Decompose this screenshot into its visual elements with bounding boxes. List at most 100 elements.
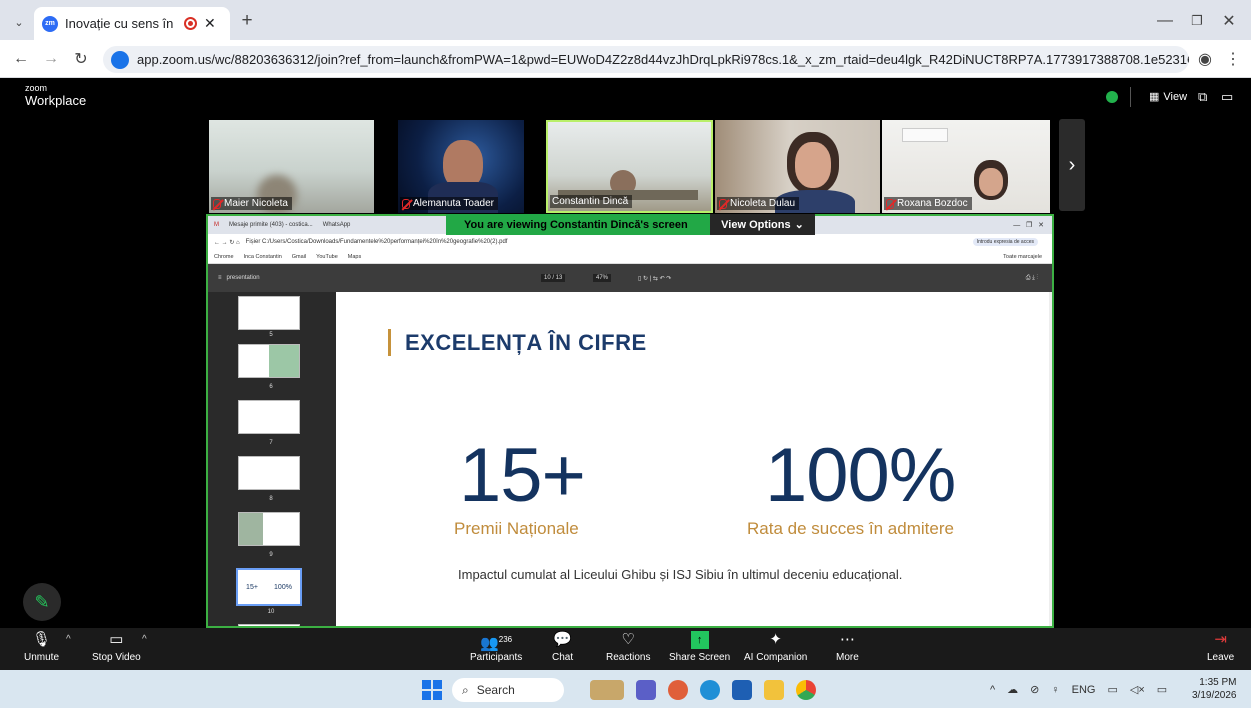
cloud-icon: ☁: [1007, 684, 1019, 696]
thumb-stat-1: 15+: [246, 583, 258, 591]
stat-label: Premii Naționale: [454, 519, 579, 538]
view-options-label: View Options: [721, 218, 791, 231]
fullscreen-icon[interactable]: ▭: [1221, 89, 1233, 105]
unmute-button[interactable]: 🎙 Unmute: [24, 631, 59, 663]
reload-icon[interactable]: ↻: [68, 46, 94, 72]
chrome-menu-icon[interactable]: ⋮: [1220, 46, 1246, 72]
pip-icon[interactable]: ⧉: [1198, 89, 1207, 105]
video-options-chevron-icon[interactable]: ^: [142, 634, 147, 645]
next-page-chevron-icon[interactable]: ›: [1059, 119, 1085, 211]
more-label: More: [836, 652, 859, 663]
bookmark: Gmail: [291, 253, 307, 260]
view-label: View: [1163, 90, 1188, 103]
shared-tab-gmail: M: [214, 222, 219, 228]
clock[interactable]: 1:35 PM 3/19/2026: [1192, 676, 1237, 702]
pdf-thumb-number: 10: [267, 609, 275, 615]
tile-name-label: Alemanuta Toader: [400, 197, 498, 210]
stat-value: 15+: [459, 433, 586, 518]
participants-label: Participants: [470, 652, 523, 663]
shared-ext-label: Introdu expresia de acces: [972, 238, 1038, 246]
chrome-icon[interactable]: [796, 680, 816, 700]
camera-icon: ▭: [109, 631, 124, 648]
shared-bookmarks: Chrome Inca Constantin Gmail YouTube Map…: [208, 250, 1052, 264]
copilot-icon[interactable]: [668, 680, 688, 700]
file-explorer-icon[interactable]: [764, 680, 784, 700]
pdf-page-counter: 10 / 13: [541, 274, 566, 282]
participant-video: [795, 142, 831, 188]
video-tile[interactable]: Alemanuta Toader: [398, 120, 524, 213]
restore-icon[interactable]: ❐: [1184, 8, 1210, 34]
browser-tab[interactable]: zm Inovație cu sens în procesul ✕: [34, 7, 230, 40]
share-screen-label: Share Screen: [669, 652, 731, 663]
muted-mic-icon: [402, 198, 410, 209]
minimize-icon[interactable]: —: [1152, 8, 1178, 34]
tab-title: Inovație cu sens în procesul: [65, 16, 177, 31]
shield-check-icon[interactable]: [1106, 91, 1118, 103]
participants-button[interactable]: 👥236 Participants: [470, 631, 522, 663]
video-tile-active-speaker[interactable]: Constantin Dincă: [546, 120, 713, 213]
more-button[interactable]: ⋯ More: [836, 631, 859, 663]
close-window-icon[interactable]: ✕: [1216, 8, 1242, 34]
heart-icon: ♡: [621, 631, 635, 648]
mic-icon: ♀: [1051, 683, 1060, 696]
annotate-pencil-icon[interactable]: ✎: [23, 583, 61, 621]
tile-name-label: Constantin Dincă: [550, 195, 633, 208]
pdf-thumb-number: 9: [269, 552, 273, 558]
viewing-text: You are viewing Constantin Dincă's scree…: [446, 214, 710, 235]
network-icon: ▭: [1107, 684, 1118, 696]
shared-screen[interactable]: M Mesaje primite (403) - costica... What…: [206, 214, 1054, 628]
pdf-thumb: [238, 400, 300, 434]
system-tray[interactable]: ^ ☁ ⊘ ♀ ENG ▭ ◁× ▭: [990, 683, 1168, 697]
battery-icon: ▭: [1156, 684, 1168, 696]
ai-companion-button[interactable]: ✦ AI Companion: [744, 631, 807, 663]
windows-start-icon[interactable]: [422, 680, 442, 700]
reactions-button[interactable]: ♡ Reactions: [606, 631, 650, 663]
leave-label: Leave: [1207, 652, 1235, 663]
new-tab-plus-icon[interactable]: +: [234, 8, 260, 34]
share-screen-button[interactable]: ↑ Share Screen: [669, 631, 730, 663]
forward-arrow-icon[interactable]: →: [38, 46, 64, 72]
address-bar[interactable]: app.zoom.us/wc/88203636312/join?ref_from…: [103, 46, 1189, 73]
leave-icon: ⇥: [1214, 631, 1227, 648]
audio-options-chevron-icon[interactable]: ^: [66, 634, 71, 645]
participant-name: Maier Nicoleta: [224, 198, 288, 209]
site-info-icon[interactable]: [111, 50, 129, 69]
reactions-label: Reactions: [606, 652, 651, 663]
video-tile[interactable]: Maier Nicoleta: [209, 120, 374, 213]
tile-name-label: Roxana Bozdoc: [884, 197, 972, 210]
pdf-thumb-number: 7: [269, 440, 273, 446]
pdf-thumb: [238, 456, 300, 490]
stop-video-button[interactable]: ▭ Stop Video: [92, 631, 141, 663]
clock-time: 1:35 PM: [1199, 677, 1237, 688]
pdf-scrollbar[interactable]: [1049, 292, 1052, 626]
slide: EXCELENȚA ÎN CIFRE 15+ Premii Naționale …: [341, 292, 1049, 626]
participant-name: Roxana Bozdoc: [897, 198, 968, 209]
view-button[interactable]: ▦ View: [1149, 90, 1188, 104]
tab-search-chevron-icon[interactable]: ⌄: [6, 9, 32, 35]
pdf-thumb: [238, 344, 300, 378]
profile-icon[interactable]: ◉: [1192, 46, 1218, 72]
participant-video: [902, 128, 948, 142]
widgets-icon[interactable]: [590, 680, 624, 700]
video-tile[interactable]: Nicoleta Dulau: [715, 120, 880, 213]
chat-button[interactable]: 💬 Chat: [552, 631, 573, 663]
teams-icon[interactable]: [636, 680, 656, 700]
tile-name-label: Nicoleta Dulau: [717, 197, 800, 210]
share-arrow-icon: ↑: [690, 631, 709, 649]
store-icon[interactable]: [732, 680, 752, 700]
view-options-button[interactable]: View Options ⌄: [710, 214, 815, 235]
chat-label: Chat: [552, 652, 574, 663]
shared-address-bar: ← → ↻ ⌂ Fișier C:/Users/Costica/Download…: [208, 234, 1052, 250]
leave-button[interactable]: ⇥ Leave: [1207, 631, 1234, 663]
taskbar-search[interactable]: ⌕ Search: [452, 678, 564, 702]
viewing-banner: You are viewing Constantin Dincă's scree…: [446, 214, 815, 235]
back-arrow-icon[interactable]: ←: [8, 46, 34, 72]
pdf-thumb-number: 8: [269, 496, 273, 502]
bookmark: Chrome: [214, 253, 234, 260]
edge-icon[interactable]: [700, 680, 720, 700]
zoom-brand-bottom: Workplace: [25, 93, 87, 108]
chevron-down-icon: ⌄: [794, 219, 804, 231]
video-tile[interactable]: Roxana Bozdoc: [882, 120, 1050, 213]
close-tab-icon[interactable]: ✕: [204, 15, 216, 32]
bookmark: Inca Constantin: [243, 253, 282, 260]
